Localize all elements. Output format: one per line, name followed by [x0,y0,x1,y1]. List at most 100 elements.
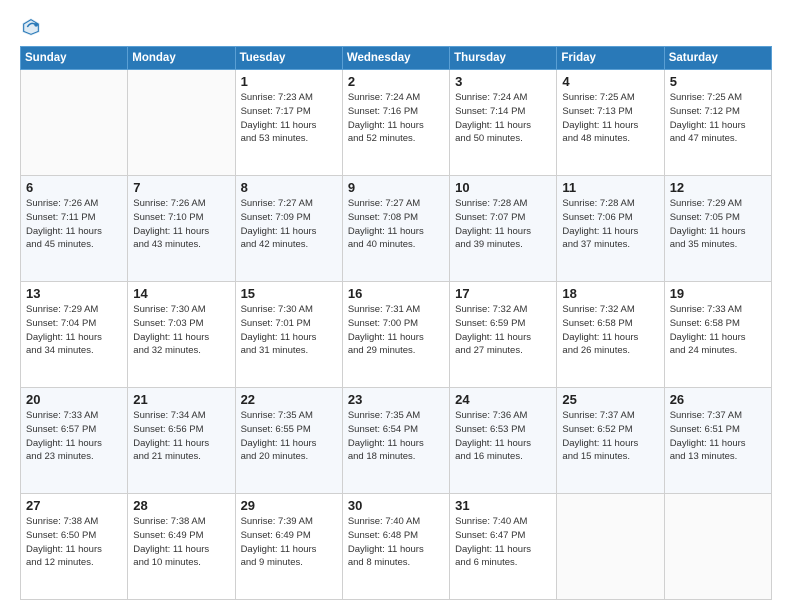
logo [20,16,46,38]
calendar-cell: 19 Sunrise: 7:33 AM Sunset: 6:58 PM Dayli… [664,282,771,388]
cell-detail: Sunrise: 7:27 AM Sunset: 7:08 PM Dayligh… [348,197,444,252]
cell-detail: Sunrise: 7:26 AM Sunset: 7:11 PM Dayligh… [26,197,122,252]
day-number: 17 [455,286,551,301]
week-row-1: 1 Sunrise: 7:23 AM Sunset: 7:17 PM Daylig… [21,70,772,176]
calendar-cell: 5 Sunrise: 7:25 AM Sunset: 7:12 PM Daylig… [664,70,771,176]
cell-detail: Sunrise: 7:28 AM Sunset: 7:06 PM Dayligh… [562,197,658,252]
calendar-cell [664,494,771,600]
cell-detail: Sunrise: 7:38 AM Sunset: 6:49 PM Dayligh… [133,515,229,570]
cell-detail: Sunrise: 7:37 AM Sunset: 6:51 PM Dayligh… [670,409,766,464]
cell-detail: Sunrise: 7:29 AM Sunset: 7:05 PM Dayligh… [670,197,766,252]
day-number: 23 [348,392,444,407]
day-number: 30 [348,498,444,513]
day-header-saturday: Saturday [664,47,771,70]
cell-detail: Sunrise: 7:40 AM Sunset: 6:48 PM Dayligh… [348,515,444,570]
cell-detail: Sunrise: 7:33 AM Sunset: 6:57 PM Dayligh… [26,409,122,464]
day-number: 9 [348,180,444,195]
calendar-cell: 14 Sunrise: 7:30 AM Sunset: 7:03 PM Dayli… [128,282,235,388]
day-header-sunday: Sunday [21,47,128,70]
logo-icon [20,16,42,38]
day-number: 13 [26,286,122,301]
cell-detail: Sunrise: 7:24 AM Sunset: 7:14 PM Dayligh… [455,91,551,146]
calendar-cell: 7Sunrise: 7:26 AM Sunset: 7:10 PM Daylig… [128,176,235,282]
day-number: 24 [455,392,551,407]
week-row-5: 27 Sunrise: 7:38 AM Sunset: 6:50 PM Dayli… [21,494,772,600]
day-number: 4 [562,74,658,89]
cell-detail: Sunrise: 7:37 AM Sunset: 6:52 PM Dayligh… [562,409,658,464]
cell-detail: Sunrise: 7:30 AM Sunset: 7:01 PM Dayligh… [241,303,337,358]
cell-detail: Sunrise: 7:29 AM Sunset: 7:04 PM Dayligh… [26,303,122,358]
calendar-cell: 11 Sunrise: 7:28 AM Sunset: 7:06 PM Dayli… [557,176,664,282]
day-number: 29 [241,498,337,513]
day-number: 19 [670,286,766,301]
calendar-cell: 1 Sunrise: 7:23 AM Sunset: 7:17 PM Daylig… [235,70,342,176]
cell-detail: Sunrise: 7:25 AM Sunset: 7:13 PM Dayligh… [562,91,658,146]
calendar-cell: 17Sunrise: 7:32 AM Sunset: 6:59 PM Dayli… [450,282,557,388]
calendar-cell: 16 Sunrise: 7:31 AM Sunset: 7:00 PM Dayli… [342,282,449,388]
calendar-cell: 23 Sunrise: 7:35 AM Sunset: 6:54 PM Dayli… [342,388,449,494]
cell-detail: Sunrise: 7:36 AM Sunset: 6:53 PM Dayligh… [455,409,551,464]
day-number: 12 [670,180,766,195]
calendar-cell: 28Sunrise: 7:38 AM Sunset: 6:49 PM Dayli… [128,494,235,600]
calendar-cell: 21Sunrise: 7:34 AM Sunset: 6:56 PM Dayli… [128,388,235,494]
calendar-cell: 10Sunrise: 7:28 AM Sunset: 7:07 PM Dayli… [450,176,557,282]
week-row-2: 6 Sunrise: 7:26 AM Sunset: 7:11 PM Daylig… [21,176,772,282]
day-number: 8 [241,180,337,195]
calendar-cell: 31 Sunrise: 7:40 AM Sunset: 6:47 PM Dayli… [450,494,557,600]
calendar-cell: 20 Sunrise: 7:33 AM Sunset: 6:57 PM Dayli… [21,388,128,494]
cell-detail: Sunrise: 7:40 AM Sunset: 6:47 PM Dayligh… [455,515,551,570]
calendar-cell: 13 Sunrise: 7:29 AM Sunset: 7:04 PM Dayli… [21,282,128,388]
cell-detail: Sunrise: 7:24 AM Sunset: 7:16 PM Dayligh… [348,91,444,146]
cell-detail: Sunrise: 7:31 AM Sunset: 7:00 PM Dayligh… [348,303,444,358]
day-header-friday: Friday [557,47,664,70]
calendar-cell: 30 Sunrise: 7:40 AM Sunset: 6:48 PM Dayli… [342,494,449,600]
day-number: 27 [26,498,122,513]
calendar-cell [21,70,128,176]
cell-detail: Sunrise: 7:35 AM Sunset: 6:54 PM Dayligh… [348,409,444,464]
cell-detail: Sunrise: 7:33 AM Sunset: 6:58 PM Dayligh… [670,303,766,358]
calendar-cell [557,494,664,600]
cell-detail: Sunrise: 7:32 AM Sunset: 6:58 PM Dayligh… [562,303,658,358]
cell-detail: Sunrise: 7:38 AM Sunset: 6:50 PM Dayligh… [26,515,122,570]
calendar-cell: 6 Sunrise: 7:26 AM Sunset: 7:11 PM Daylig… [21,176,128,282]
day-number: 18 [562,286,658,301]
day-number: 26 [670,392,766,407]
day-header-thursday: Thursday [450,47,557,70]
day-header-monday: Monday [128,47,235,70]
calendar-cell: 8 Sunrise: 7:27 AM Sunset: 7:09 PM Daylig… [235,176,342,282]
cell-detail: Sunrise: 7:35 AM Sunset: 6:55 PM Dayligh… [241,409,337,464]
calendar-table: SundayMondayTuesdayWednesdayThursdayFrid… [20,46,772,600]
calendar-body: 1 Sunrise: 7:23 AM Sunset: 7:17 PM Daylig… [21,70,772,600]
cell-detail: Sunrise: 7:34 AM Sunset: 6:56 PM Dayligh… [133,409,229,464]
calendar-header: SundayMondayTuesdayWednesdayThursdayFrid… [21,47,772,70]
day-number: 6 [26,180,122,195]
day-header-tuesday: Tuesday [235,47,342,70]
day-number: 10 [455,180,551,195]
calendar-cell: 4 Sunrise: 7:25 AM Sunset: 7:13 PM Daylig… [557,70,664,176]
day-number: 20 [26,392,122,407]
cell-detail: Sunrise: 7:27 AM Sunset: 7:09 PM Dayligh… [241,197,337,252]
cell-detail: Sunrise: 7:30 AM Sunset: 7:03 PM Dayligh… [133,303,229,358]
day-number: 1 [241,74,337,89]
day-number: 14 [133,286,229,301]
cell-detail: Sunrise: 7:25 AM Sunset: 7:12 PM Dayligh… [670,91,766,146]
day-number: 3 [455,74,551,89]
week-row-4: 20 Sunrise: 7:33 AM Sunset: 6:57 PM Dayli… [21,388,772,494]
calendar-cell: 26 Sunrise: 7:37 AM Sunset: 6:51 PM Dayli… [664,388,771,494]
calendar-cell: 22Sunrise: 7:35 AM Sunset: 6:55 PM Dayli… [235,388,342,494]
header [20,16,772,38]
cell-detail: Sunrise: 7:39 AM Sunset: 6:49 PM Dayligh… [241,515,337,570]
day-header-wednesday: Wednesday [342,47,449,70]
day-number: 11 [562,180,658,195]
day-number: 16 [348,286,444,301]
calendar-cell: 3 Sunrise: 7:24 AM Sunset: 7:14 PM Daylig… [450,70,557,176]
calendar-cell: 15Sunrise: 7:30 AM Sunset: 7:01 PM Dayli… [235,282,342,388]
day-number: 31 [455,498,551,513]
cell-detail: Sunrise: 7:23 AM Sunset: 7:17 PM Dayligh… [241,91,337,146]
calendar-cell [128,70,235,176]
week-row-3: 13 Sunrise: 7:29 AM Sunset: 7:04 PM Dayli… [21,282,772,388]
calendar-cell: 18 Sunrise: 7:32 AM Sunset: 6:58 PM Dayli… [557,282,664,388]
calendar-cell: 29 Sunrise: 7:39 AM Sunset: 6:49 PM Dayli… [235,494,342,600]
cell-detail: Sunrise: 7:26 AM Sunset: 7:10 PM Dayligh… [133,197,229,252]
day-number: 5 [670,74,766,89]
